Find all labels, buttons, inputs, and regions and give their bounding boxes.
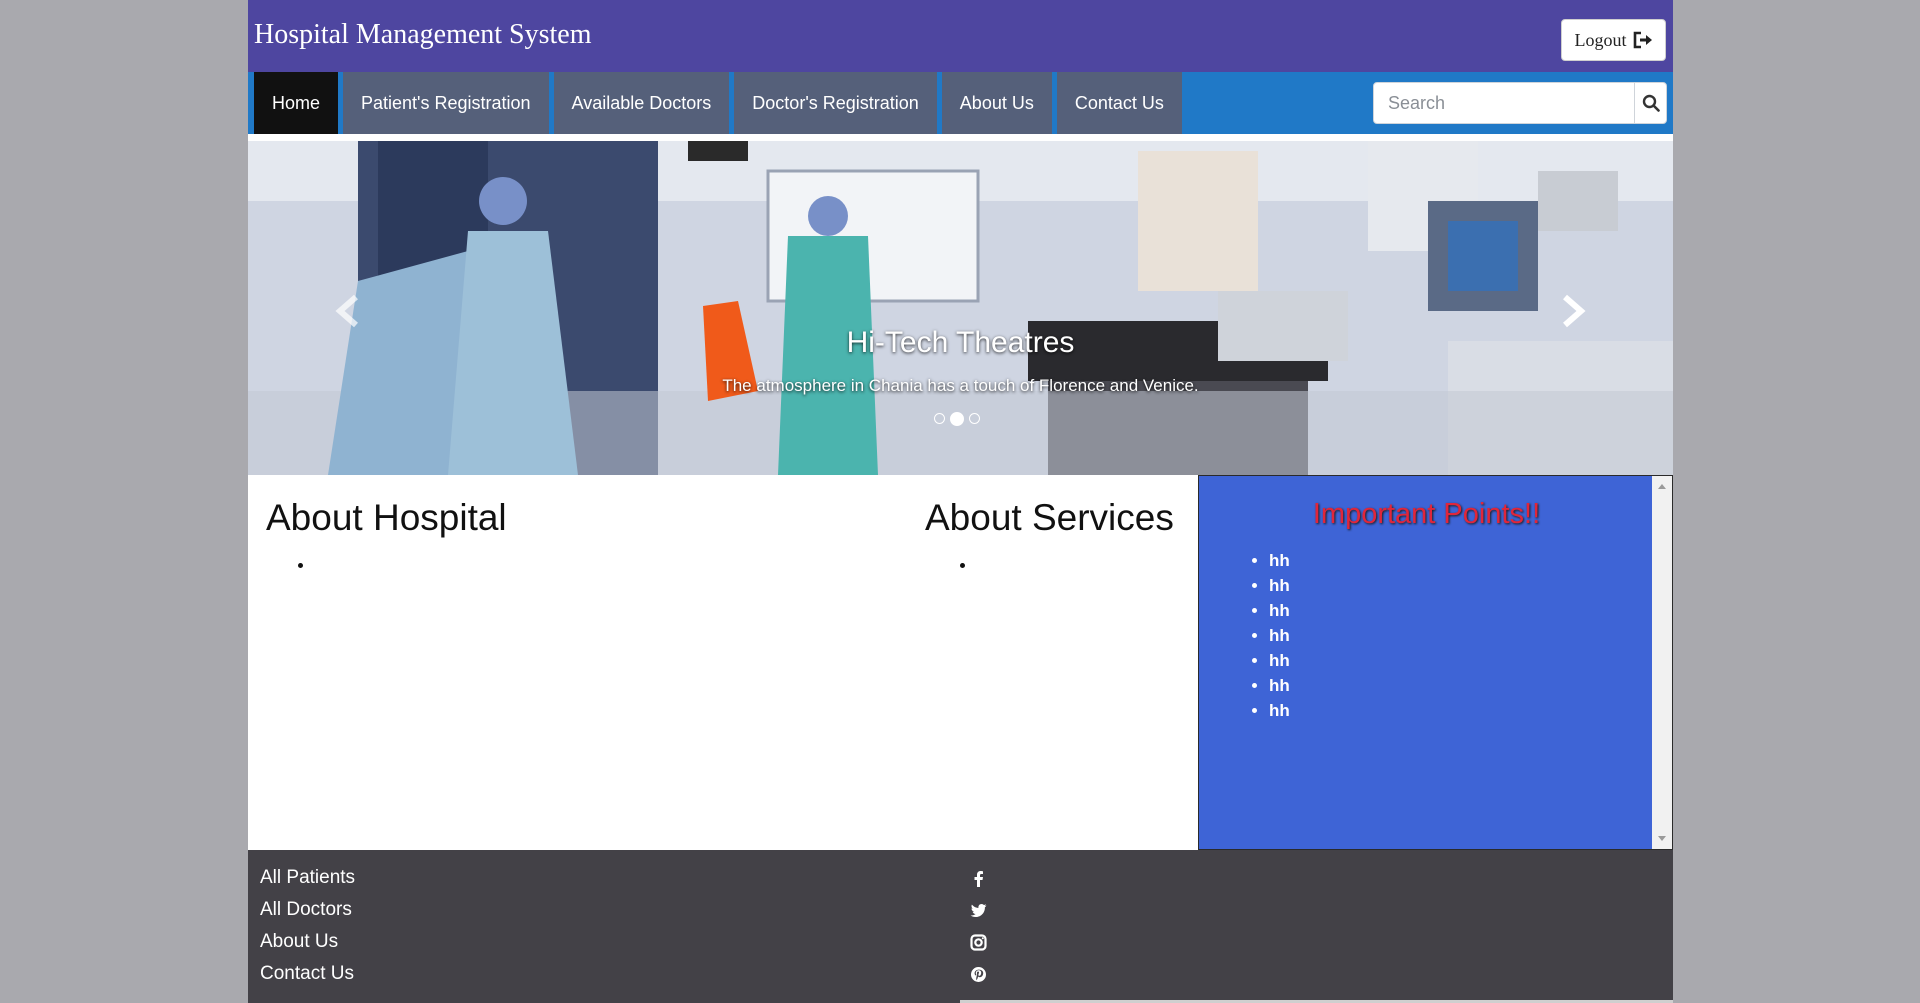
carousel-indicators (934, 412, 980, 426)
list-item: hh (1269, 598, 1290, 623)
footer-social-links (970, 862, 1002, 990)
facebook-link[interactable] (970, 862, 1002, 894)
footer-link-all-patients[interactable]: All Patients (260, 862, 355, 894)
logout-label: Logout (1574, 29, 1627, 50)
page: Hospital Management System Logout Home P… (248, 0, 1673, 1003)
about-services-list-bullet (960, 563, 965, 568)
image-carousel: Hi-Tech Theatres The atmosphere in Chani… (248, 141, 1673, 475)
footer-link-all-doctors[interactable]: All Doctors (260, 894, 355, 926)
list-item: hh (1269, 698, 1290, 723)
logout-icon (1633, 31, 1652, 49)
search-input[interactable] (1374, 83, 1634, 123)
list-item: hh (1269, 648, 1290, 673)
site-title: Hospital Management System (254, 19, 592, 50)
scroll-up-arrow-icon[interactable] (1658, 484, 1666, 489)
nav-item-home[interactable]: Home (254, 72, 339, 134)
search-box (1373, 82, 1667, 124)
logout-button[interactable]: Logout (1561, 19, 1666, 61)
list-item: hh (1269, 623, 1290, 648)
footer-link-about-us[interactable]: About Us (260, 926, 355, 958)
footer: All Patients All Doctors About Us Contac… (248, 850, 1673, 1003)
search-button[interactable] (1634, 83, 1666, 123)
nav-item-contact-us[interactable]: Contact Us (1056, 72, 1182, 134)
nav-item-doctor-registration[interactable]: Doctor's Registration (734, 72, 937, 134)
pinterest-icon (971, 966, 986, 982)
pinterest-link[interactable] (970, 958, 1002, 990)
header: Hospital Management System Logout (248, 0, 1673, 72)
carousel-indicator-2[interactable] (950, 412, 964, 426)
nav-item-about-us[interactable]: About Us (941, 72, 1052, 134)
important-points-panel: Important Points!! hh hh hh hh hh hh hh (1198, 475, 1673, 850)
search-icon (1642, 94, 1660, 112)
list-item: hh (1269, 573, 1290, 598)
chevron-left-icon (335, 294, 358, 328)
footer-link-contact-us[interactable]: Contact Us (260, 958, 355, 990)
instagram-icon (970, 933, 987, 951)
about-hospital-list-bullet (298, 563, 303, 568)
carousel-next-button[interactable] (1553, 291, 1593, 331)
instagram-link[interactable] (970, 926, 1002, 958)
carousel-caption-title: Hi-Tech Theatres (846, 326, 1075, 359)
nav-item-available-doctors[interactable]: Available Doctors (553, 72, 730, 134)
important-points-scrollbar[interactable] (1652, 476, 1672, 849)
carousel-indicator-3[interactable] (969, 413, 980, 424)
twitter-icon (970, 903, 987, 917)
main-content: About Hospital About Services Important … (248, 475, 1673, 850)
main-navbar: Home Patient's Registration Available Do… (248, 72, 1673, 134)
important-points-heading: Important Points!! (1312, 498, 1541, 530)
chevron-right-icon (1563, 294, 1586, 328)
facebook-icon (974, 870, 983, 887)
carousel-prev-button[interactable] (328, 291, 368, 331)
nav-items: Home Patient's Registration Available Do… (254, 72, 1187, 134)
footer-links: All Patients All Doctors About Us Contac… (260, 862, 355, 990)
list-item: hh (1269, 548, 1290, 573)
about-services-heading: About Services (925, 497, 1174, 538)
carousel-caption-text: The atmosphere in Chania has a touch of … (722, 376, 1199, 395)
carousel-indicator-1[interactable] (934, 413, 945, 424)
about-hospital-heading: About Hospital (266, 497, 507, 538)
twitter-link[interactable] (970, 894, 1002, 926)
nav-item-patient-registration[interactable]: Patient's Registration (343, 72, 549, 134)
list-item: hh (1269, 673, 1290, 698)
scroll-down-arrow-icon[interactable] (1658, 836, 1666, 841)
important-points-list: hh hh hh hh hh hh hh (1251, 548, 1290, 723)
